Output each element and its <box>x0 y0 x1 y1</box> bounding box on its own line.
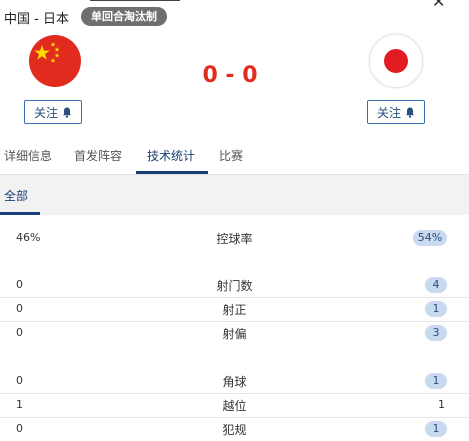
follow-away-button[interactable]: 关注 <box>367 100 425 124</box>
stat-row-possession: 46% 控球率 54% <box>0 227 469 250</box>
tab-stats[interactable]: 技术统计 <box>147 147 195 164</box>
active-tab-indicator <box>136 171 208 174</box>
subtab-all[interactable]: 全部 <box>4 187 28 204</box>
follow-home-button[interactable]: 关注 <box>24 100 82 124</box>
stat-away-value: 54% <box>413 230 447 246</box>
active-subtab-indicator <box>0 212 40 215</box>
follow-away-label: 关注 <box>376 105 401 120</box>
stat-label: 角球 <box>222 375 247 389</box>
match-title: 中国 - 日本 <box>4 12 69 27</box>
stat-away-value: 4 <box>425 277 447 293</box>
stat-label: 射正 <box>222 303 247 317</box>
stat-label: 越位 <box>222 399 247 413</box>
japan-flag-icon <box>369 34 423 88</box>
stat-row-fouls: 0 犯规 1 <box>0 418 469 441</box>
stat-away-value: 1 <box>425 421 447 437</box>
stat-row-shots-off-target: 0 射偏 3 <box>0 322 469 345</box>
stat-away-value: 3 <box>425 325 447 341</box>
stat-row-shots-on-target: 0 射正 1 <box>0 298 469 322</box>
bell-icon <box>63 107 71 118</box>
close-icon[interactable]: ✕ <box>432 0 445 11</box>
follow-home-label: 关注 <box>33 105 58 120</box>
stat-label: 射门数 <box>216 279 253 293</box>
tab-bar: 详细信息 首发阵容 技术统计 比赛 <box>0 140 469 175</box>
competition-badge: 单回合淘汰制 <box>81 7 167 26</box>
match-score: 0 - 0 <box>202 63 258 88</box>
match-header: 中国 - 日本 单回合淘汰制 ✕ 0 - 0 关注 关注 <box>0 0 469 140</box>
stat-label: 控球率 <box>216 232 253 246</box>
stat-label: 犯规 <box>222 423 247 437</box>
stats-filter-bar: 全部 <box>0 175 469 215</box>
stat-label: 射偏 <box>222 327 247 341</box>
stat-row-offsides: 1 越位 1 <box>0 394 469 418</box>
tab-lineups[interactable]: 首发阵容 <box>74 147 122 164</box>
china-flag-icon <box>29 35 81 87</box>
japan-flag-sun <box>384 49 408 73</box>
tab-match[interactable]: 比赛 <box>219 147 243 164</box>
stat-row-shots: 0 射门数 4 <box>0 274 469 298</box>
tab-details[interactable]: 详细信息 <box>4 147 52 164</box>
stat-row-corners: 0 角球 1 <box>0 370 469 394</box>
stat-away-value: 1 <box>425 301 447 317</box>
bell-icon <box>406 107 414 118</box>
stat-away-value: 1 <box>438 398 445 411</box>
stat-away-value: 1 <box>425 373 447 389</box>
